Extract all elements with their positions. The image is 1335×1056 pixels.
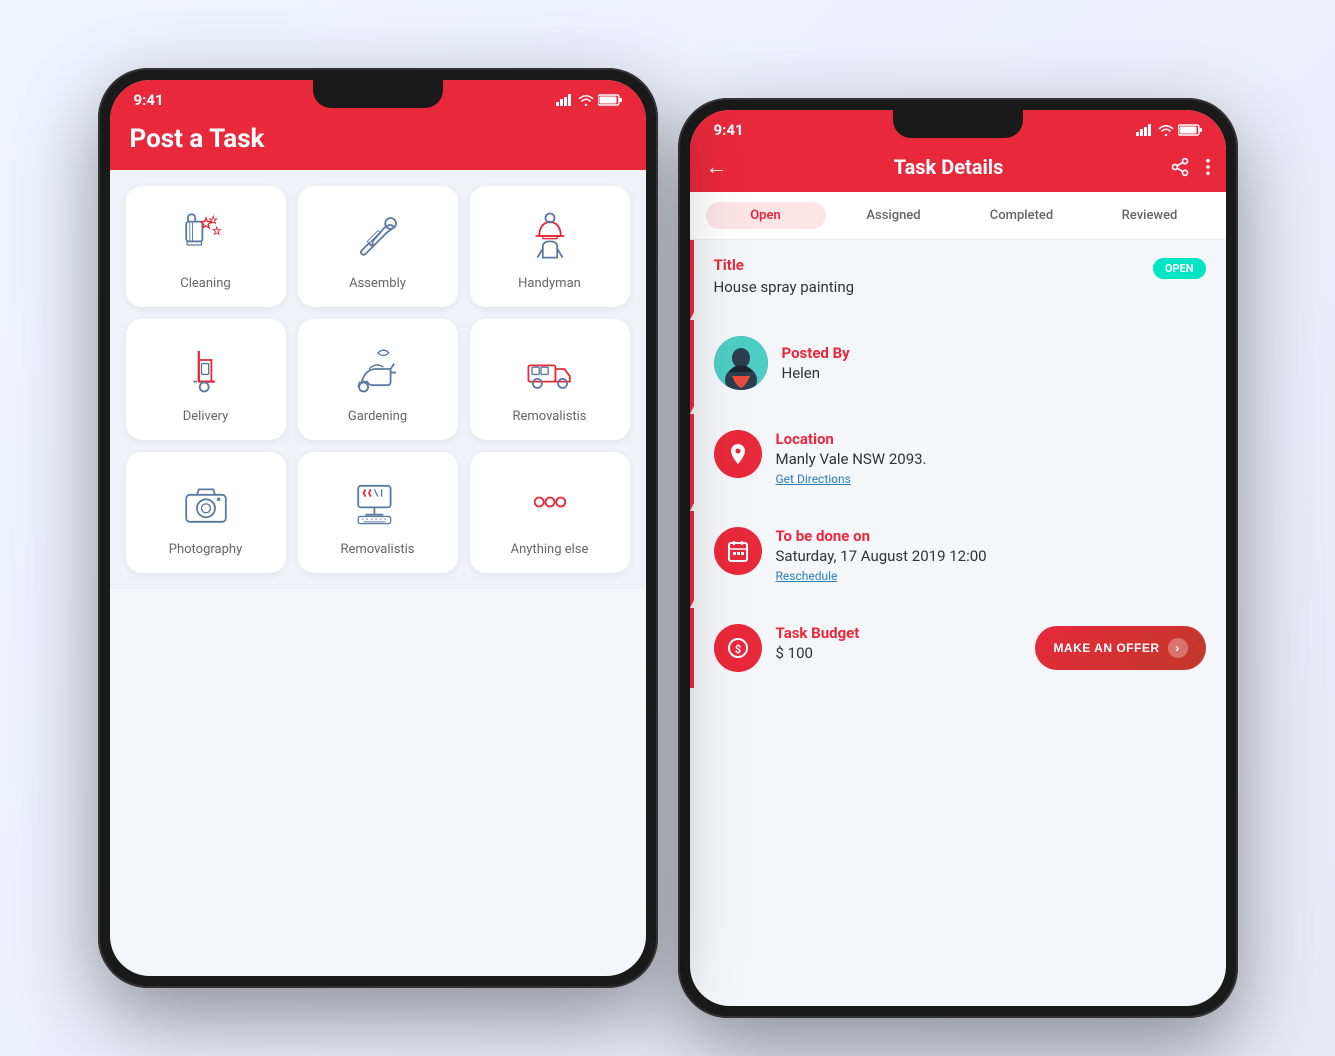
assembly-label: Assembly — [349, 276, 406, 291]
tab-reviewed[interactable]: Reviewed — [1090, 202, 1210, 229]
make-offer-button[interactable]: MAKE AN OFFER › — [1035, 626, 1205, 670]
photography-label: Photography — [169, 542, 242, 557]
back-button[interactable]: ← — [706, 154, 728, 180]
schedule-label: To be done on — [776, 527, 987, 545]
removalistis-2-icon — [348, 472, 408, 532]
phones-container: 9:41 — [68, 38, 1268, 1018]
location-icon — [714, 430, 762, 478]
category-gardening[interactable]: Gardening — [298, 319, 458, 440]
category-removalistis[interactable]: Removalistis — [470, 319, 630, 440]
removalistis-icon — [520, 339, 580, 399]
category-anything[interactable]: Anything else — [470, 452, 630, 573]
tab-open[interactable]: Open — [706, 202, 826, 229]
screen-body-2: ← Task Details — [690, 146, 1226, 1006]
phone-2: 9:41 — [678, 98, 1238, 1018]
tabs-bar: Open Assigned Completed Reviewed — [690, 192, 1226, 240]
handyman-icon — [520, 206, 580, 266]
app-header: Post a Task — [110, 116, 646, 170]
gardening-icon — [348, 339, 408, 399]
title-section: Title House spray painting OPEN — [690, 240, 1226, 320]
removalistis-label: Removalistis — [512, 409, 586, 424]
location-section: Location Manly Vale NSW 2093. Get Direct… — [690, 414, 1226, 511]
calendar-icon — [714, 527, 762, 575]
posted-by-label: Posted By — [782, 344, 850, 362]
calendar-svg — [726, 539, 750, 563]
pin-icon — [726, 442, 750, 466]
tab-assigned[interactable]: Assigned — [834, 202, 954, 229]
budget-value: $ 100 — [776, 644, 860, 662]
notch-1 — [313, 80, 443, 108]
title-label: Title — [714, 256, 855, 274]
assembly-icon — [348, 206, 408, 266]
title-value: House spray painting — [714, 278, 855, 296]
get-directions-link[interactable]: Get Directions — [776, 472, 851, 486]
more-options-icon[interactable] — [1206, 158, 1210, 176]
category-cleaning[interactable]: Cleaning — [126, 186, 286, 307]
anything-icon — [520, 472, 580, 532]
signal-icon-1 — [556, 94, 574, 106]
schedule-info: To be done on Saturday, 17 August 2019 1… — [776, 527, 987, 584]
categories-grid: Cleaning Assembly — [110, 170, 646, 589]
phone-1: 9:41 — [98, 68, 658, 988]
gardening-label: Gardening — [348, 409, 407, 424]
make-offer-label: MAKE AN OFFER — [1053, 641, 1159, 655]
task-content: Title House spray painting OPEN — [690, 240, 1226, 1006]
location-value: Manly Vale NSW 2093. — [776, 450, 927, 468]
wifi-icon-1 — [578, 94, 594, 106]
time-1: 9:41 — [134, 91, 164, 109]
share-icon[interactable] — [1170, 157, 1190, 177]
category-assembly[interactable]: Assembly — [298, 186, 458, 307]
task-header: ← Task Details — [690, 146, 1226, 192]
battery-icon-2 — [1178, 124, 1202, 136]
budget-section: $ Task Budget $ 100 MAKE AN OFFER › — [690, 608, 1226, 688]
svg-text:$: $ — [734, 643, 740, 656]
avatar-image — [714, 336, 768, 390]
phone-2-screen: 9:41 — [690, 110, 1226, 1006]
signal-icon-2 — [1136, 124, 1154, 136]
anything-label: Anything else — [511, 542, 589, 557]
delivery-label: Delivery — [183, 409, 229, 424]
open-badge: OPEN — [1153, 258, 1206, 279]
budget-icon: $ — [714, 624, 762, 672]
coins-svg: $ — [726, 636, 750, 660]
wifi-icon-2 — [1158, 124, 1174, 136]
time-2: 9:41 — [714, 121, 744, 139]
reschedule-link[interactable]: Reschedule — [776, 569, 838, 583]
battery-icon-1 — [598, 94, 622, 106]
phone-1-screen: 9:41 — [110, 80, 646, 976]
location-info: Location Manly Vale NSW 2093. Get Direct… — [776, 430, 927, 487]
budget-left: $ Task Budget $ 100 — [714, 624, 860, 672]
budget-label: Task Budget — [776, 624, 860, 642]
schedule-section: To be done on Saturday, 17 August 2019 1… — [690, 511, 1226, 608]
category-photography[interactable]: Photography — [126, 452, 286, 573]
posted-by-section: Posted By Helen — [690, 320, 1226, 414]
poster-name: Helen — [782, 364, 850, 382]
notch-2 — [893, 110, 1023, 138]
task-header-icons — [1170, 157, 1210, 177]
schedule-value: Saturday, 17 August 2019 12:00 — [776, 547, 987, 565]
category-removalistis-2[interactable]: Removalistis — [298, 452, 458, 573]
delivery-icon — [176, 339, 236, 399]
chevron-right-icon: › — [1168, 638, 1188, 658]
task-header-title: Task Details — [894, 155, 1004, 179]
category-handyman[interactable]: Handyman — [470, 186, 630, 307]
photography-icon — [176, 472, 236, 532]
status-icons-1 — [556, 94, 622, 106]
screen-body-1: Post a Task — [110, 116, 646, 976]
category-delivery[interactable]: Delivery — [126, 319, 286, 440]
title-info: Title House spray painting — [714, 256, 855, 296]
removalistis-2-label: Removalistis — [340, 542, 414, 557]
tab-completed[interactable]: Completed — [962, 202, 1082, 229]
app-title: Post a Task — [130, 124, 265, 154]
poster-info: Posted By Helen — [782, 344, 850, 382]
location-label: Location — [776, 430, 927, 448]
cleaning-icon — [176, 206, 236, 266]
cleaning-label: Cleaning — [180, 276, 230, 291]
handyman-label: Handyman — [518, 276, 581, 291]
budget-info: Task Budget $ 100 — [776, 624, 860, 662]
poster-avatar — [714, 336, 768, 390]
status-icons-2 — [1136, 124, 1202, 136]
